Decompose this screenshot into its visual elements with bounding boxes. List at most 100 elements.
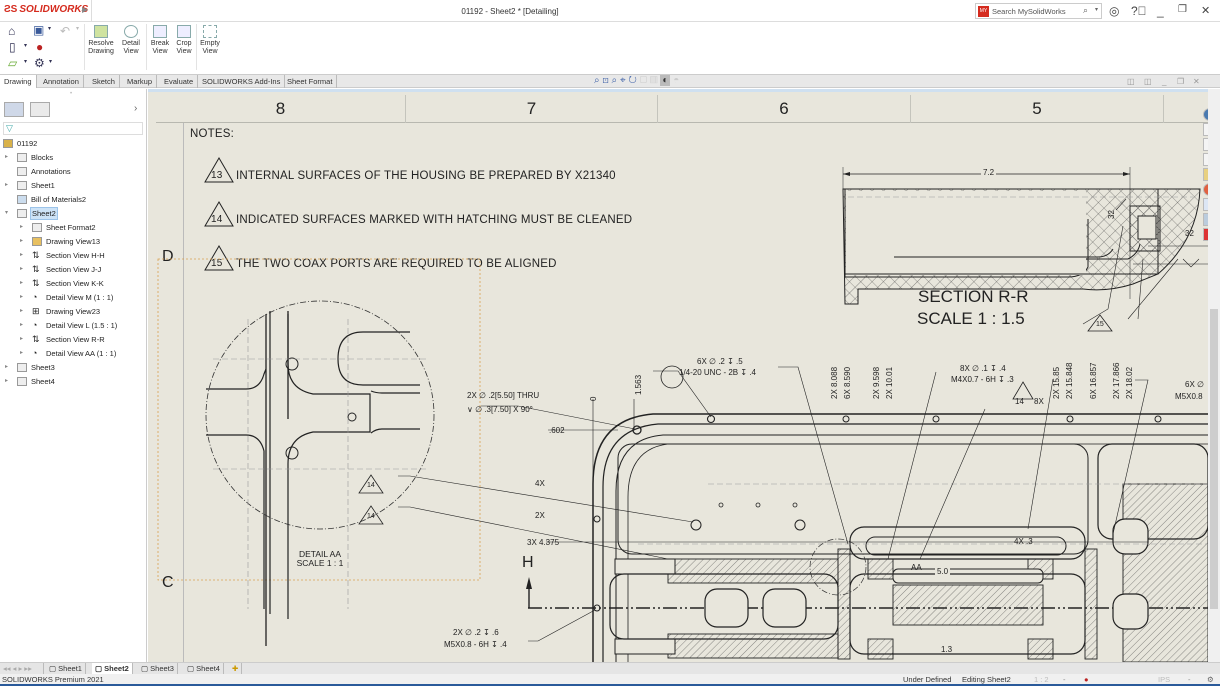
chevron-down-icon[interactable]: ▾ [1095,6,1098,13]
customize-icon[interactable]: ⚙ [1207,675,1214,684]
expand-icon[interactable]: ▸ [20,235,28,248]
save-icon[interactable]: ▣ [33,23,44,37]
filter-icon[interactable]: ▽ [3,122,143,135]
panel-grip-icon[interactable]: • [70,91,72,97]
break-view-button[interactable]: Break View [149,25,171,56]
collapse-icon[interactable]: ▾ [5,207,13,220]
sheet-tab[interactable]: ▢ Sheet3 [138,663,178,674]
ordinate-dimension[interactable]: 2X 9.598 [872,367,881,399]
zoom-to-area-icon[interactable]: ⊡ [602,75,608,86]
section-line-label[interactable]: H [522,554,534,572]
expand-icon[interactable]: ▸ [20,333,28,346]
search-input[interactable]: Search MySolidWorks [992,7,1066,16]
tab-evaluate[interactable]: Evaluate [160,75,199,88]
open-dropdown-icon[interactable]: ▾ [24,58,27,65]
expand-icon[interactable]: ▸ [20,221,28,234]
tile-left-icon[interactable]: ◫ [1127,77,1135,86]
scrollbar-thumb[interactable] [1210,309,1218,609]
restore-icon[interactable]: ❐ [1178,4,1187,15]
vertical-scrollbar[interactable] [1208,89,1220,662]
help-icon[interactable]: ?⃝ [1131,4,1147,18]
doc-close-icon[interactable]: ✕ [1193,77,1200,86]
dimension[interactable]: 4X .3 [1014,537,1033,546]
hole-callout[interactable]: M4X0.7 - 6H ↧ .3 [951,375,1014,384]
dimension[interactable]: 5.0 [935,567,951,576]
feature-manager-tab-icon[interactable] [4,102,24,117]
hole-callout[interactable]: 2X ∅ .2 ↧ .6 [453,628,499,637]
hole-callout[interactable]: 8X ∅ .1 ↧ .4 [960,364,1006,373]
new-dropdown-icon[interactable]: ▾ [24,42,27,49]
expand-icon[interactable]: ▸ [20,277,28,290]
options-dropdown-icon[interactable]: ▾ [49,58,52,65]
zoom-in-out-icon[interactable]: ⌕ [612,75,618,86]
tab-addins[interactable]: SOLIDWORKS Add-Ins [198,75,286,88]
detail-callout-label[interactable]: AA [911,563,922,572]
tab-sketch[interactable]: Sketch [88,75,120,88]
hole-callout[interactable]: 6X ∅ [1185,380,1204,389]
user-account-icon[interactable]: ◎ [1109,4,1119,18]
ordinate-dimension[interactable]: 6X 8.590 [843,367,852,399]
doc-minimize-icon[interactable]: _ [1162,77,1166,86]
dimension[interactable]: 1.3 [941,645,952,654]
ordinate-dimension[interactable]: 6X 16.857 [1089,363,1098,399]
angle-dimension[interactable]: 32 [1185,229,1194,238]
tab-annotation[interactable]: Annotation [39,75,84,88]
rebuild-status-icon[interactable]: ● [1084,675,1089,684]
sheet-tab[interactable]: ▢ Sheet1 [46,663,86,674]
crop-view-button[interactable]: Crop View [173,25,195,56]
expand-icon[interactable]: ▸ [20,305,28,318]
ordinate-dimension[interactable]: 2X 17.866 [1112,363,1121,399]
options-icon[interactable]: ⚙ [34,56,45,70]
resolve-drawing-button[interactable]: Resolve Drawing [87,25,115,56]
hole-callout[interactable]: 6X ∅ .2 ↧ .5 [697,357,743,366]
section-view-title[interactable]: SECTION R-R [918,287,1029,307]
expand-icon[interactable]: ▸ [5,151,13,164]
hole-callout[interactable]: ∨ ∅ .3[7.50] X 90° [467,405,533,414]
hole-callout[interactable]: 2X ∅ .2[5.50] THRU [467,391,539,400]
expand-icon[interactable]: ▸ [20,347,28,360]
property-manager-tab-icon[interactable] [30,102,50,117]
hole-callout[interactable]: M5X0.8 [1175,392,1203,401]
zoom-to-fit-icon[interactable]: ⌕ [594,75,600,86]
search-icon[interactable]: ⌕ [1083,5,1088,16]
detail-view-button[interactable]: Detail View [119,25,143,56]
tab-drawing[interactable]: Drawing [0,75,37,88]
drawing-canvas[interactable]: 8 7 6 5 D C NOTES: 13 INTERNAL SURFACES … [148,89,1208,662]
rebuild-icon[interactable]: ● [36,40,43,54]
rotate-icon[interactable]: ↻ [628,75,636,86]
expand-icon[interactable]: ▸ [20,319,28,332]
save-dropdown-icon[interactable]: ▾ [48,25,51,32]
hole-callout[interactable]: 1/4-20 UNC - 2B ↧ .4 [679,368,756,377]
add-sheet-icon[interactable]: ✚ [229,663,243,674]
ordinate-dimension[interactable]: 2X 8.088 [830,367,839,399]
undo-icon[interactable]: ↶ [60,24,70,38]
new-document-icon[interactable]: ▯ [9,40,16,54]
expand-icon[interactable]: ▸ [5,375,13,388]
open-icon[interactable]: ▱ [8,56,17,70]
hole-callout[interactable]: M5X0.8 - 6H ↧ .4 [444,640,507,649]
expand-icon[interactable]: ▸ [5,179,13,192]
sheet-nav-arrows-icon[interactable]: ◂◂ ◂ ▸ ▸▸ [0,663,44,674]
close-icon[interactable]: ✕ [1201,4,1210,17]
sheet-tab-active[interactable]: ▢ Sheet2 [92,663,133,674]
tab-sheet-format[interactable]: Sheet Format [283,75,338,88]
doc-restore-icon[interactable]: ❐ [1177,77,1184,86]
ordinate-dimension[interactable]: 0 [589,397,598,401]
sheet-tab[interactable]: ▢ Sheet4 [184,663,224,674]
expand-icon[interactable]: ▸ [5,361,13,374]
ordinate-dimension[interactable]: 2X 18.02 [1125,367,1134,399]
tab-markup[interactable]: Markup [123,75,158,88]
angle-dimension[interactable]: 32 [1107,210,1116,219]
empty-view-button[interactable]: Empty View [198,25,222,56]
sheet-scale[interactable]: 1 : 2 [1034,675,1049,684]
ordinate-dimension[interactable]: 3X 4.375 [527,538,559,547]
search-mysolidworks[interactable]: MY Search MySolidWorks ⌕ ▾ [975,3,1102,19]
expand-icon[interactable]: ▸ [20,249,28,262]
tile-right-icon[interactable]: ◫ [1144,77,1152,86]
unit-system[interactable]: IPS [1158,675,1170,684]
minimize-icon[interactable]: _ [1157,4,1164,18]
ordinate-dimension[interactable]: 2X 15.85 [1052,367,1061,399]
ordinate-dimension[interactable]: 2X 10.01 [885,367,894,399]
zoom-to-selection-icon[interactable]: ⌖ [620,75,626,86]
dimension-width[interactable]: 7.2 [981,168,997,177]
